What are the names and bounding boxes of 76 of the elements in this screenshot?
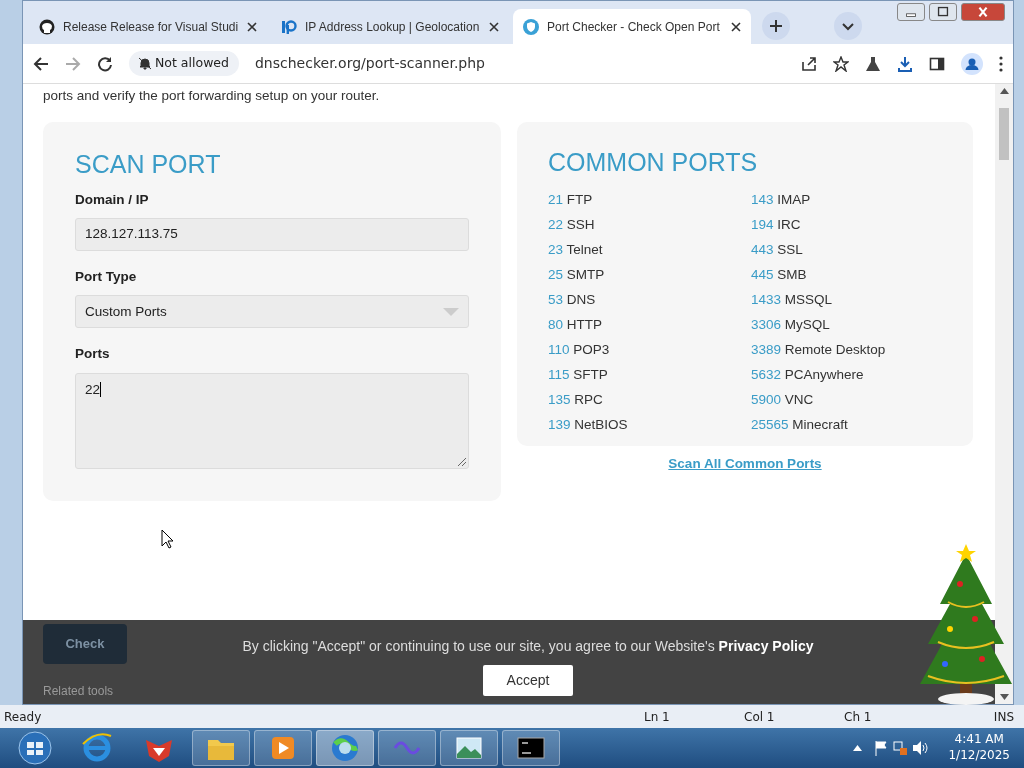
dropdown[interactable]: Custom Ports (75, 295, 469, 329)
port-entry[interactable]: 53 DNS (548, 289, 751, 315)
port-entry[interactable]: 110 POP3 (548, 339, 751, 365)
port-entry[interactable]: 5632 PCAnywhere (751, 364, 886, 390)
field-label: Domain / IP (75, 190, 150, 209)
related-tools-heading: Related tools (43, 683, 115, 700)
network-icon[interactable] (892, 740, 909, 756)
site-permission-chip[interactable]: Not allowed (129, 51, 239, 76)
card-title: SCAN PORT (75, 149, 222, 181)
status-text: Ln 1 (644, 708, 671, 726)
port-entry[interactable]: 25 SMTP (548, 264, 751, 290)
minimize-icon[interactable] (897, 3, 925, 21)
restore-icon[interactable] (929, 3, 957, 21)
port-entry[interactable]: 23 Telnet (548, 239, 751, 265)
caret-icon (443, 307, 459, 316)
port-entry[interactable]: 445 SMB (751, 264, 886, 290)
ip-logo-icon (281, 18, 297, 35)
reload-icon[interactable] (97, 55, 113, 72)
muted-bell-icon (139, 57, 151, 70)
start-orb-icon[interactable] (17, 730, 53, 766)
status-text: Col 1 (744, 708, 776, 726)
download-icon[interactable] (897, 55, 913, 72)
field-label: Ports (75, 345, 111, 364)
port-entry[interactable]: 3389 Remote Desktop (751, 339, 886, 365)
clock[interactable]: 4:41 AM 1/12/2025 (948, 732, 1010, 764)
text-area[interactable]: 22 (75, 372, 469, 469)
browser-tab[interactable]: Release Release for Visual Studi (29, 9, 267, 44)
port-entry[interactable]: 115 SFTP (548, 364, 751, 390)
side-panel-icon[interactable] (929, 55, 945, 72)
port-entry[interactable]: 22 SSH (548, 214, 751, 240)
tab-search-icon[interactable] (833, 11, 863, 41)
port-entry[interactable]: 1433 MSSQL (751, 289, 886, 315)
close-icon[interactable] (489, 21, 499, 32)
scroll-down-icon[interactable] (999, 694, 1009, 700)
status-text: Ch 1 (844, 708, 873, 726)
port-entry[interactable]: 135 RPC (548, 389, 751, 415)
port-entry[interactable]: 139 NetBIOS (548, 414, 751, 440)
field-label: Port Type (75, 268, 138, 286)
address-bar[interactable]: dnschecker.org/port-scanner.php (255, 53, 785, 74)
port-entry[interactable]: 25565 Minecraft (751, 414, 886, 440)
tray-expand-icon[interactable] (853, 745, 863, 751)
speaker-icon[interactable] (912, 740, 929, 756)
port-entry[interactable]: 5900 VNC (751, 389, 886, 415)
port-entry[interactable]: 143 IMAP (751, 189, 886, 215)
browser-tab[interactable]: IP Address Lookup | Geolocation (271, 9, 509, 44)
new-tab-icon[interactable] (761, 11, 791, 41)
port-entry[interactable]: 21 FTP (548, 189, 751, 215)
flask-icon[interactable] (865, 55, 881, 72)
close-icon[interactable] (731, 21, 741, 32)
intro-text: ports and verify the port forwarding setup on your router. (43, 87, 381, 105)
status-text: Ready (4, 708, 43, 726)
input-field[interactable]: 128.127.113.75 (75, 218, 469, 251)
scroll-thumb[interactable] (999, 108, 1009, 160)
star-icon[interactable] (833, 55, 849, 72)
check-button[interactable]: Check (43, 624, 127, 664)
back-icon[interactable] (33, 55, 49, 72)
card-title: COMMON PORTS (548, 147, 759, 179)
cookie-notice: By clicking "Accept" or continuing to use our site, you agree to our Website's Privacy Policy (242, 637, 814, 656)
close-icon[interactable] (247, 21, 257, 32)
flag-icon[interactable] (874, 740, 889, 756)
resize-handle-icon[interactable] (458, 457, 466, 466)
privacy-policy-link[interactable]: Privacy Policy (718, 638, 814, 654)
profile-icon[interactable] (961, 52, 983, 75)
port-entry[interactable]: 443 SSL (751, 239, 886, 265)
port-entry[interactable]: 3306 MySQL (751, 314, 886, 340)
share-icon[interactable] (801, 55, 817, 72)
status-text: INS (993, 708, 1014, 726)
shield-icon (523, 18, 539, 35)
browser-tab[interactable]: Port Checker - Check Open Port (513, 9, 751, 44)
pointer-icon (161, 529, 174, 549)
scroll-up-icon[interactable] (999, 88, 1009, 94)
accept-button[interactable]: Accept (483, 665, 573, 696)
menu-icon[interactable] (999, 55, 1003, 72)
scrollbar[interactable] (995, 84, 1013, 704)
port-entry[interactable]: 194 IRC (751, 214, 886, 240)
port-entry[interactable]: 80 HTTP (548, 314, 751, 340)
